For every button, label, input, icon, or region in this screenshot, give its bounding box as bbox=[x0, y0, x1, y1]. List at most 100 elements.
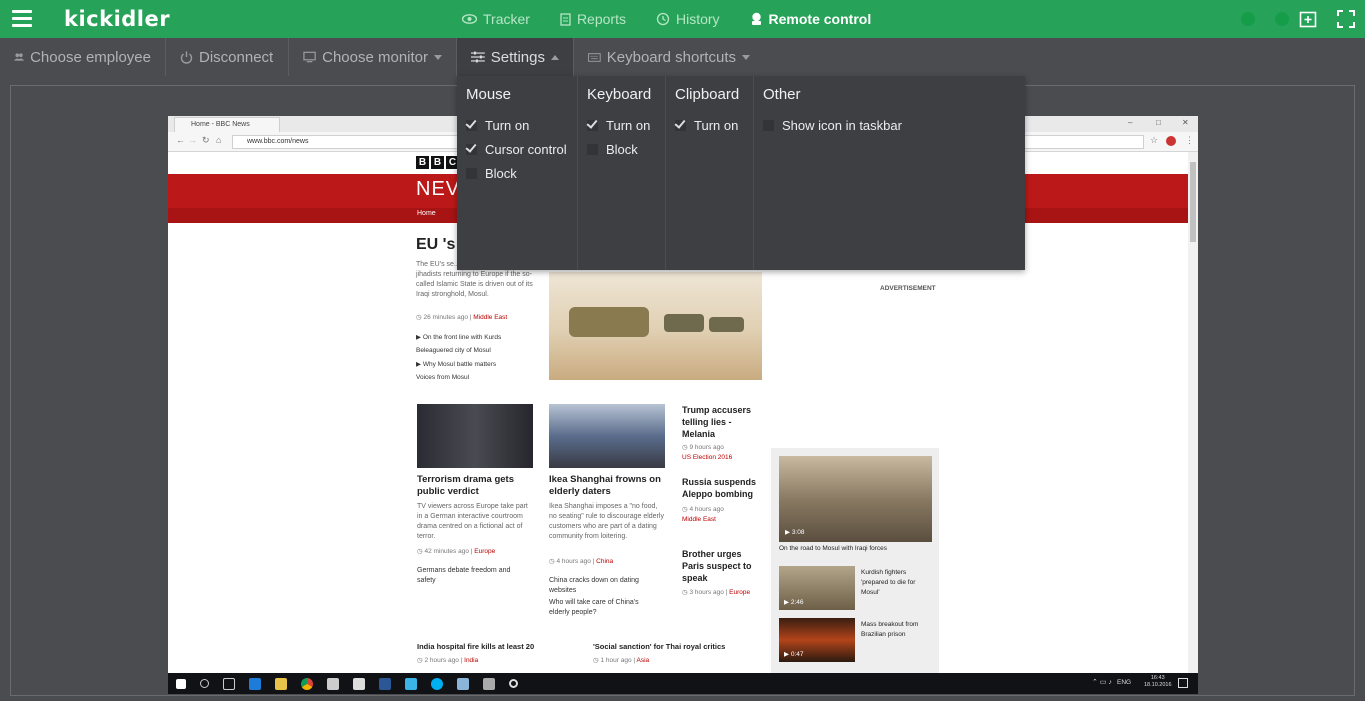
video3-duration: 0:47 bbox=[790, 651, 804, 658]
video3-title[interactable]: Mass breakout from Brazilian prison bbox=[861, 620, 933, 640]
app-icon[interactable] bbox=[353, 677, 365, 690]
minimize-icon[interactable]: – bbox=[1128, 118, 1132, 127]
settings-dropdown[interactable]: Settings bbox=[457, 38, 574, 76]
explorer-icon[interactable] bbox=[275, 677, 287, 690]
forward-icon[interactable]: → bbox=[188, 135, 197, 145]
extension-icon[interactable] bbox=[1166, 136, 1176, 146]
lead-link-2[interactable]: Beleaguered city of Mosul bbox=[416, 347, 491, 354]
app-icon[interactable] bbox=[483, 677, 495, 690]
add-window-icon[interactable] bbox=[1299, 10, 1317, 28]
bottom2-headline[interactable]: 'Social sanction' for Thai royal critics bbox=[593, 642, 725, 651]
story2-tag[interactable]: China bbox=[596, 558, 613, 565]
checkbox-checked[interactable] bbox=[466, 143, 477, 155]
notifications-icon[interactable] bbox=[1178, 678, 1188, 688]
story2-link-1[interactable]: China cracks down on dating websites bbox=[549, 576, 659, 596]
home-nav-link[interactable]: Home bbox=[417, 210, 436, 217]
checkbox-checked[interactable] bbox=[466, 119, 477, 131]
side3-meta: ◷ 3 hours ago | Europe bbox=[682, 589, 751, 596]
nav-history[interactable]: History bbox=[656, 11, 720, 27]
checkbox-unchecked[interactable] bbox=[466, 167, 477, 179]
tanks-image[interactable] bbox=[549, 272, 762, 380]
video2-title[interactable]: Kurdish fighters 'prepared to die for Mo… bbox=[861, 568, 933, 598]
maximize-icon[interactable]: □ bbox=[1156, 118, 1161, 127]
story1-tag[interactable]: Europe bbox=[474, 548, 495, 555]
app-icon[interactable] bbox=[405, 677, 417, 690]
tray-language[interactable]: ENG bbox=[1117, 679, 1131, 686]
nav-remote-control[interactable]: Remote control bbox=[750, 11, 871, 27]
nav-reports[interactable]: Reports bbox=[560, 11, 626, 27]
bottom1-headline[interactable]: India hospital fire kills at least 20 bbox=[417, 642, 534, 651]
lead-headline[interactable]: EU 's bbox=[416, 236, 455, 254]
bottom2-tag[interactable]: Asia bbox=[637, 657, 650, 664]
gear-icon[interactable] bbox=[509, 679, 518, 688]
checkbox-checked[interactable] bbox=[587, 119, 598, 131]
lead-link-4[interactable]: Voices from Mosul bbox=[416, 374, 469, 381]
lead-link-1[interactable]: ▶ On the front line with Kurds bbox=[416, 333, 501, 341]
reload-icon[interactable]: ↻ bbox=[202, 135, 210, 146]
page-scrollbar[interactable] bbox=[1188, 152, 1198, 673]
app-icon[interactable] bbox=[327, 677, 339, 690]
lead-link-3[interactable]: ▶ Why Mosul battle matters bbox=[416, 360, 496, 368]
disconnect-button[interactable]: Disconnect bbox=[166, 38, 289, 76]
history-icon bbox=[656, 12, 670, 26]
story2-headline[interactable]: Ikea Shanghai frowns on elderly daters bbox=[549, 474, 665, 498]
checkbox-checked[interactable] bbox=[675, 119, 686, 131]
side3-tag[interactable]: Europe bbox=[729, 589, 750, 596]
choose-monitor-dropdown[interactable]: Choose monitor bbox=[289, 38, 457, 76]
document-icon bbox=[560, 12, 571, 26]
star-icon[interactable]: ☆ bbox=[1150, 135, 1158, 146]
checkbox-unchecked[interactable] bbox=[763, 119, 774, 131]
menu-dots-icon[interactable]: ⋮ bbox=[1185, 135, 1194, 146]
side2-tag[interactable]: Middle East bbox=[682, 516, 716, 523]
browser-tab[interactable]: Home - BBC News bbox=[174, 117, 280, 132]
side1-headline[interactable]: Trump accusers telling lies - Melania bbox=[682, 404, 762, 440]
back-icon[interactable]: ← bbox=[176, 135, 185, 145]
side2-meta: ◷ 4 hours ago bbox=[682, 506, 724, 513]
fullscreen-icon[interactable] bbox=[1337, 10, 1355, 28]
mouse-block-checkbox[interactable]: Block bbox=[466, 161, 568, 185]
side3-headline[interactable]: Brother urges Paris suspect to speak bbox=[682, 548, 762, 584]
scrollbar-thumb[interactable] bbox=[1190, 162, 1196, 242]
mouse-turn-on-checkbox[interactable]: Turn on bbox=[466, 113, 568, 137]
keyboard-turn-on-checkbox[interactable]: Turn on bbox=[587, 113, 656, 137]
bottom1-tag[interactable]: India bbox=[464, 657, 478, 664]
hamburger-menu-icon[interactable] bbox=[12, 10, 32, 27]
keyboard-icon bbox=[588, 52, 601, 62]
side1-tag[interactable]: US Election 2016 bbox=[682, 454, 732, 461]
lead-tag[interactable]: Middle East bbox=[473, 314, 507, 321]
close-icon[interactable]: ✕ bbox=[1182, 118, 1189, 127]
keyboard-shortcuts-dropdown[interactable]: Keyboard shortcuts bbox=[574, 38, 764, 76]
search-icon[interactable] bbox=[200, 679, 209, 688]
side2-headline[interactable]: Russia suspends Aleppo bombing bbox=[682, 476, 762, 500]
skype-icon[interactable] bbox=[431, 677, 443, 690]
show-icon-in-taskbar-checkbox[interactable]: Show icon in taskbar bbox=[763, 113, 1016, 137]
task-view-icon[interactable] bbox=[223, 677, 235, 690]
terrorism-drama-image[interactable] bbox=[417, 404, 533, 468]
other-heading: Other bbox=[763, 86, 801, 103]
story2-link-2[interactable]: Who will take care of China's elderly pe… bbox=[549, 598, 659, 618]
keyboard-block-checkbox[interactable]: Block bbox=[587, 137, 656, 161]
tray-clock[interactable]: 16:43 18.10.2016 bbox=[1144, 675, 1172, 689]
choose-employee-button[interactable]: Choose employee bbox=[0, 38, 166, 76]
clipboard-turn-on-checkbox[interactable]: Turn on bbox=[675, 113, 744, 137]
video-main-caption[interactable]: On the road to Mosul with Iraqi forces bbox=[779, 545, 934, 552]
browser-tab-title: Home - BBC News bbox=[191, 121, 250, 128]
story1-link[interactable]: Germans debate freedom and safety bbox=[417, 566, 527, 586]
tray-arrows-icon[interactable]: ⌃ ▭ ♪ bbox=[1092, 678, 1112, 686]
joystick-icon bbox=[751, 12, 761, 25]
ikea-image[interactable] bbox=[549, 404, 665, 468]
nav-tracker[interactable]: Tracker bbox=[462, 11, 530, 27]
bottom2-time: 1 hour ago bbox=[600, 657, 632, 664]
app-icon[interactable] bbox=[457, 677, 469, 690]
nav-tracker-label: Tracker bbox=[483, 11, 530, 27]
home-icon[interactable]: ⌂ bbox=[216, 135, 221, 145]
word-icon[interactable] bbox=[379, 677, 391, 690]
tray-time: 16:43 bbox=[1150, 675, 1165, 681]
story1-headline[interactable]: Terrorism drama gets public verdict bbox=[417, 474, 533, 498]
sliders-icon bbox=[471, 51, 485, 63]
chrome-icon[interactable] bbox=[301, 677, 313, 690]
mouse-cursor-control-checkbox[interactable]: Cursor control bbox=[466, 137, 568, 161]
start-icon[interactable] bbox=[176, 678, 186, 689]
checkbox-unchecked[interactable] bbox=[587, 143, 598, 155]
edge-icon[interactable] bbox=[249, 677, 261, 690]
